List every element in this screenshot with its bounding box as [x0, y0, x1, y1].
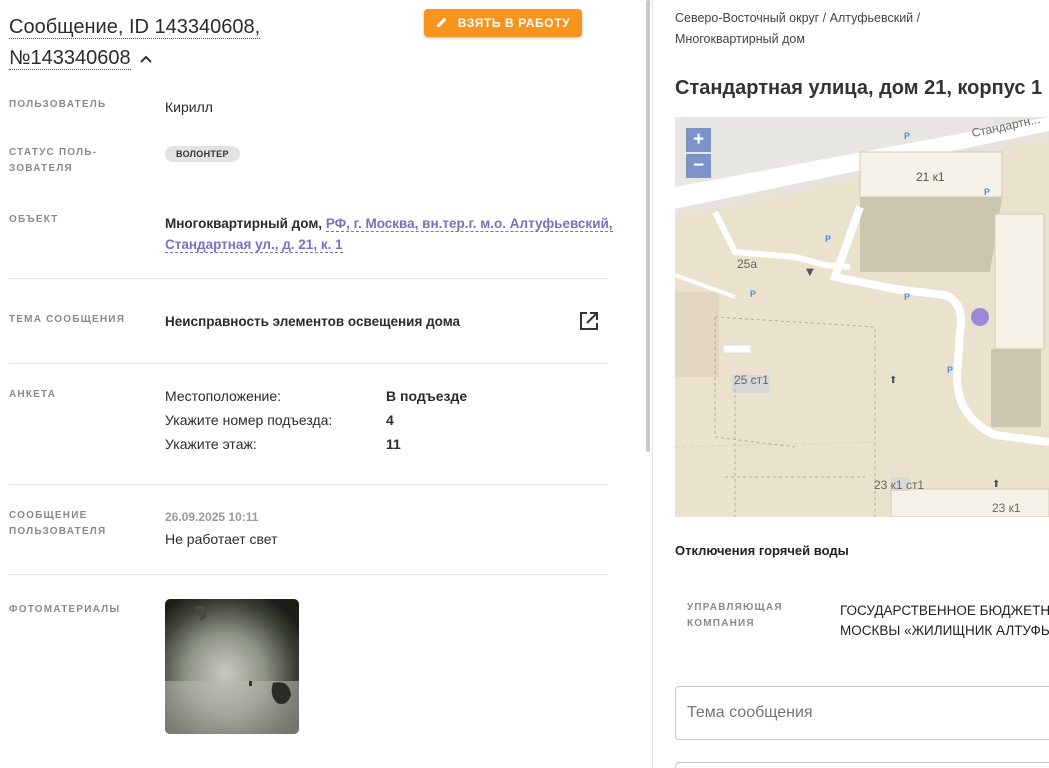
object-value: Многоквартирный дом, РФ, г. Москва, вн.т…: [165, 213, 613, 255]
management-company-line1: ГОСУДАРСТВЕННОЕ БЮДЖЕТНО: [840, 603, 1049, 618]
svg-text:P: P: [904, 131, 910, 141]
svg-text:P: P: [984, 187, 990, 197]
take-to-work-button[interactable]: ВЗЯТЬ В РАБОТУ: [424, 9, 582, 37]
user-status-label-line1: СТАТУС ПОЛЬ-: [9, 147, 98, 158]
svg-text:P: P: [947, 365, 953, 375]
message-text: Не работает свет: [165, 531, 278, 547]
topic-label: ТЕМА СООБЩЕНИЯ: [9, 314, 126, 325]
user-message-label: СООБЩЕНИЕ ПОЛЬЗОВАТЕЛЯ: [9, 508, 106, 540]
svg-text:P: P: [750, 289, 756, 299]
map-building-label: 25а: [737, 257, 758, 271]
status-badge: ВОЛОНТЕР: [165, 146, 240, 162]
management-company-label-line2: КОМПАНИЯ: [687, 618, 755, 629]
zoom-out-button[interactable]: −: [686, 154, 711, 178]
user-message-label-line1: СООБЩЕНИЕ: [9, 510, 88, 521]
divider: [9, 574, 608, 575]
message-text-input[interactable]: [675, 762, 1049, 768]
map-building-label: 23 к1 ст1: [874, 478, 925, 492]
map-building-label: 23 к1: [992, 501, 1021, 515]
survey-question: Укажите номер подъезда:: [165, 412, 333, 428]
object-type: Многоквартирный дом,: [165, 216, 323, 231]
object-address-link-2[interactable]: Стандартная ул., д. 21, к. 1: [165, 237, 343, 253]
hot-water-outages-link[interactable]: Отключения горячей воды: [675, 543, 849, 558]
map-building-label: 25 ст1: [734, 373, 769, 387]
breadcrumb-line2: Многоквартирный дом: [675, 32, 805, 46]
chevron-up-icon[interactable]: [139, 43, 153, 74]
divider: [9, 484, 608, 485]
zoom-in-button[interactable]: +: [686, 128, 711, 152]
object-address-link-1[interactable]: РФ, г. Москва, вн.тер.г. м.о. Алтуфьевск…: [325, 216, 613, 232]
survey-answer: 4: [386, 412, 394, 428]
object-address-title: Стандартная улица, дом 21, корпус 1: [675, 77, 1043, 99]
scrollbar[interactable]: [646, 0, 650, 452]
object-label: ОБЪЕКТ: [9, 214, 59, 225]
breadcrumb: Северо-Восточный округ / Алтуфьевский / …: [675, 8, 1035, 50]
management-company-line2: МОСКВЫ «ЖИЛИЩНИК АЛТУФЬ: [840, 623, 1049, 638]
survey-answer: 11: [386, 436, 401, 452]
survey-question: Укажите этаж:: [165, 436, 257, 452]
svg-text:⬆: ⬆: [992, 479, 1000, 490]
survey-answer: В подъезде: [386, 388, 468, 404]
svg-text:P: P: [904, 292, 910, 302]
svg-text:⬆: ⬆: [889, 375, 897, 386]
page-title-line2: №143340608: [9, 47, 131, 70]
page-title: Сообщение, ID 143340608, №143340608: [9, 12, 261, 74]
svg-text:P: P: [825, 234, 831, 244]
divider: [9, 363, 608, 364]
photos-label: ФОТОМАТЕРИАЛЫ: [9, 604, 121, 615]
topic-value: Неисправность элементов освещения дома: [165, 314, 461, 329]
survey-question: Местоположение:: [165, 388, 282, 404]
management-company-value: ГОСУДАРСТВЕННОЕ БЮДЖЕТНО МОСКВЫ «ЖИЛИЩНИ…: [840, 601, 1049, 641]
user-status-label-line2: ЗОВАТЕЛЯ: [9, 163, 73, 174]
survey-label: АНКЕТА: [9, 389, 57, 400]
user-label: ПОЛЬЗОВАТЕЛЬ: [9, 99, 107, 110]
message-date: 26.09.2025 10:11: [165, 510, 259, 524]
user-status-label: СТАТУС ПОЛЬ- ЗОВАТЕЛЯ: [9, 145, 97, 177]
photo-thumbnail[interactable]: [165, 599, 299, 734]
map[interactable]: PPP PPP ▼ ⬆ ⬆ Стандартн... 21 к1 25а 25 …: [675, 117, 1049, 517]
user-value: Кирилл: [165, 99, 213, 115]
message-detail-panel: Сообщение, ID 143340608, №143340608 ВЗЯТ…: [0, 0, 650, 768]
pencil-icon: [436, 16, 448, 31]
breadcrumb-line1: Северо-Восточный округ / Алтуфьевский /: [675, 11, 921, 25]
open-external-icon[interactable]: [578, 310, 600, 332]
divider: [9, 278, 608, 279]
map-building-label: 21 к1: [916, 170, 945, 184]
take-to-work-label: ВЗЯТЬ В РАБОТУ: [457, 16, 571, 30]
message-topic-input[interactable]: [675, 686, 1049, 740]
user-message-label-line2: ПОЛЬЗОВАТЕЛЯ: [9, 526, 107, 537]
svg-text:▼: ▼: [806, 267, 814, 278]
management-company-label: УПРАВЛЯЮЩАЯ КОМПАНИЯ: [687, 600, 783, 632]
page-title-line1: Сообщение, ID 143340608,: [9, 16, 261, 39]
management-company-label-line1: УПРАВЛЯЮЩАЯ: [687, 602, 783, 613]
object-info-panel: Северо-Восточный округ / Алтуфьевский / …: [653, 0, 1049, 768]
